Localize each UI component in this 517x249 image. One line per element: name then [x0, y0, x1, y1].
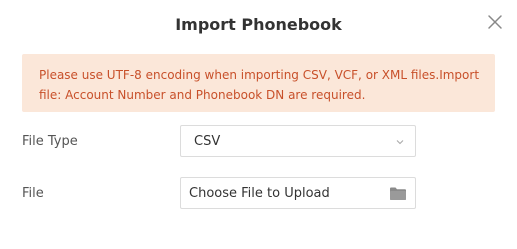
close-icon — [488, 15, 502, 29]
file-upload-placeholder: Choose File to Upload — [189, 186, 330, 201]
close-button[interactable] — [486, 13, 504, 31]
dialog-title: Import Phonebook — [175, 15, 342, 34]
folder-icon[interactable] — [389, 186, 407, 201]
file-type-label: File Type — [22, 134, 78, 149]
file-upload-field[interactable]: Choose File to Upload — [180, 177, 416, 209]
encoding-notice: Please use UTF-8 encoding when importing… — [22, 54, 495, 112]
file-type-select[interactable]: CSV — [180, 125, 416, 157]
import-phonebook-dialog: Import Phonebook Please use UTF-8 encodi… — [0, 0, 517, 249]
file-type-value: CSV — [194, 134, 221, 149]
file-label: File — [22, 186, 44, 201]
chevron-down-icon — [396, 140, 404, 145]
